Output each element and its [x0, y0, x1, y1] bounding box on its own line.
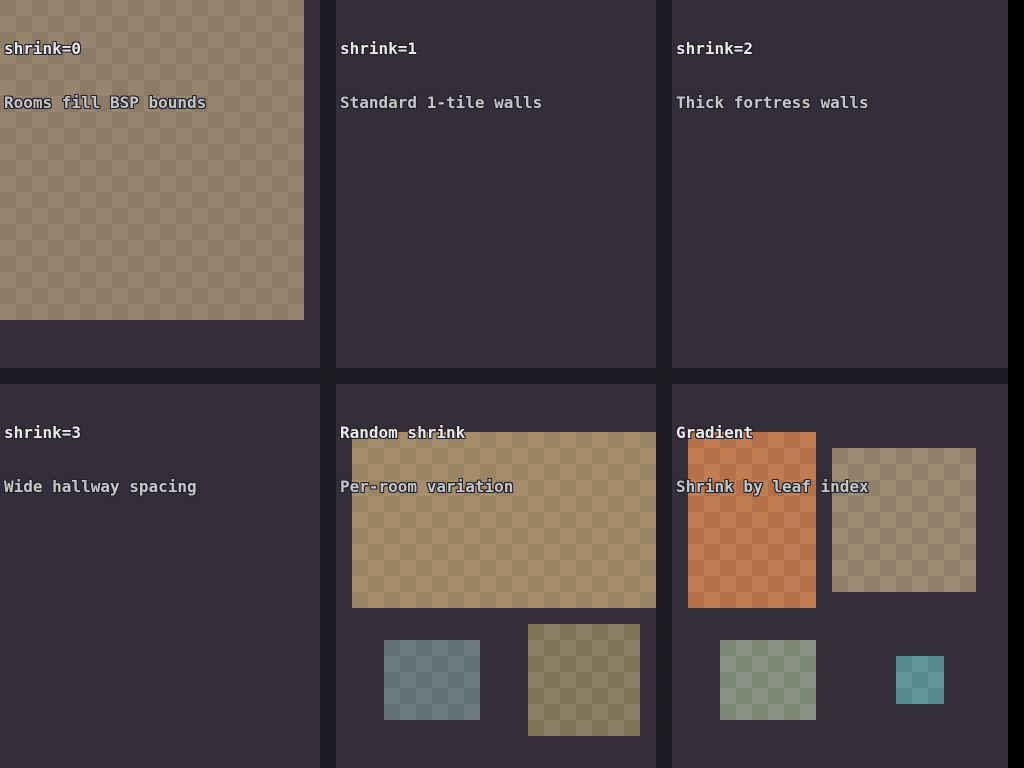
panel-title: shrink=3	[4, 424, 197, 442]
panel-shrink-0: shrink=0 Rooms fill BSP bounds	[0, 0, 320, 368]
dungeon-room	[528, 624, 640, 736]
right-margin	[1008, 0, 1024, 768]
panel-subtitle: Rooms fill BSP bounds	[4, 94, 206, 112]
panel-shrink-1: shrink=1 Standard 1-tile walls	[336, 0, 656, 368]
panel-caption: Random shrink Per-room variation	[340, 388, 513, 532]
dungeon-room	[896, 656, 944, 704]
panel-title: shrink=0	[4, 40, 206, 58]
panel-grid: shrink=0 Rooms fill BSP bounds shrink=1 …	[0, 0, 1008, 768]
bsp-shrink-demo-screen: shrink=0 Rooms fill BSP bounds shrink=1 …	[0, 0, 1024, 768]
panel-title: shrink=2	[676, 40, 869, 58]
panel-gradient: Gradient Shrink by leaf index	[672, 384, 1008, 768]
panel-caption: shrink=0 Rooms fill BSP bounds	[4, 4, 206, 148]
panel-title: shrink=1	[340, 40, 542, 58]
panel-subtitle: Standard 1-tile walls	[340, 94, 542, 112]
panel-subtitle: Wide hallway spacing	[4, 478, 197, 496]
panel-subtitle: Per-room variation	[340, 478, 513, 496]
panel-subtitle: Shrink by leaf index	[676, 478, 869, 496]
panel-shrink-2: shrink=2 Thick fortress walls	[672, 0, 1008, 368]
panel-caption: shrink=2 Thick fortress walls	[676, 4, 869, 148]
panel-title: Gradient	[676, 424, 869, 442]
panel-random-shrink: Random shrink Per-room variation	[336, 384, 656, 768]
panel-title: Random shrink	[340, 424, 513, 442]
panel-subtitle: Thick fortress walls	[676, 94, 869, 112]
panel-caption: shrink=3 Wide hallway spacing	[4, 388, 197, 532]
dungeon-room	[384, 640, 480, 720]
dungeon-room	[720, 640, 816, 720]
panel-caption: shrink=1 Standard 1-tile walls	[340, 4, 542, 148]
panel-caption: Gradient Shrink by leaf index	[676, 388, 869, 532]
panel-shrink-3: shrink=3 Wide hallway spacing	[0, 384, 320, 768]
